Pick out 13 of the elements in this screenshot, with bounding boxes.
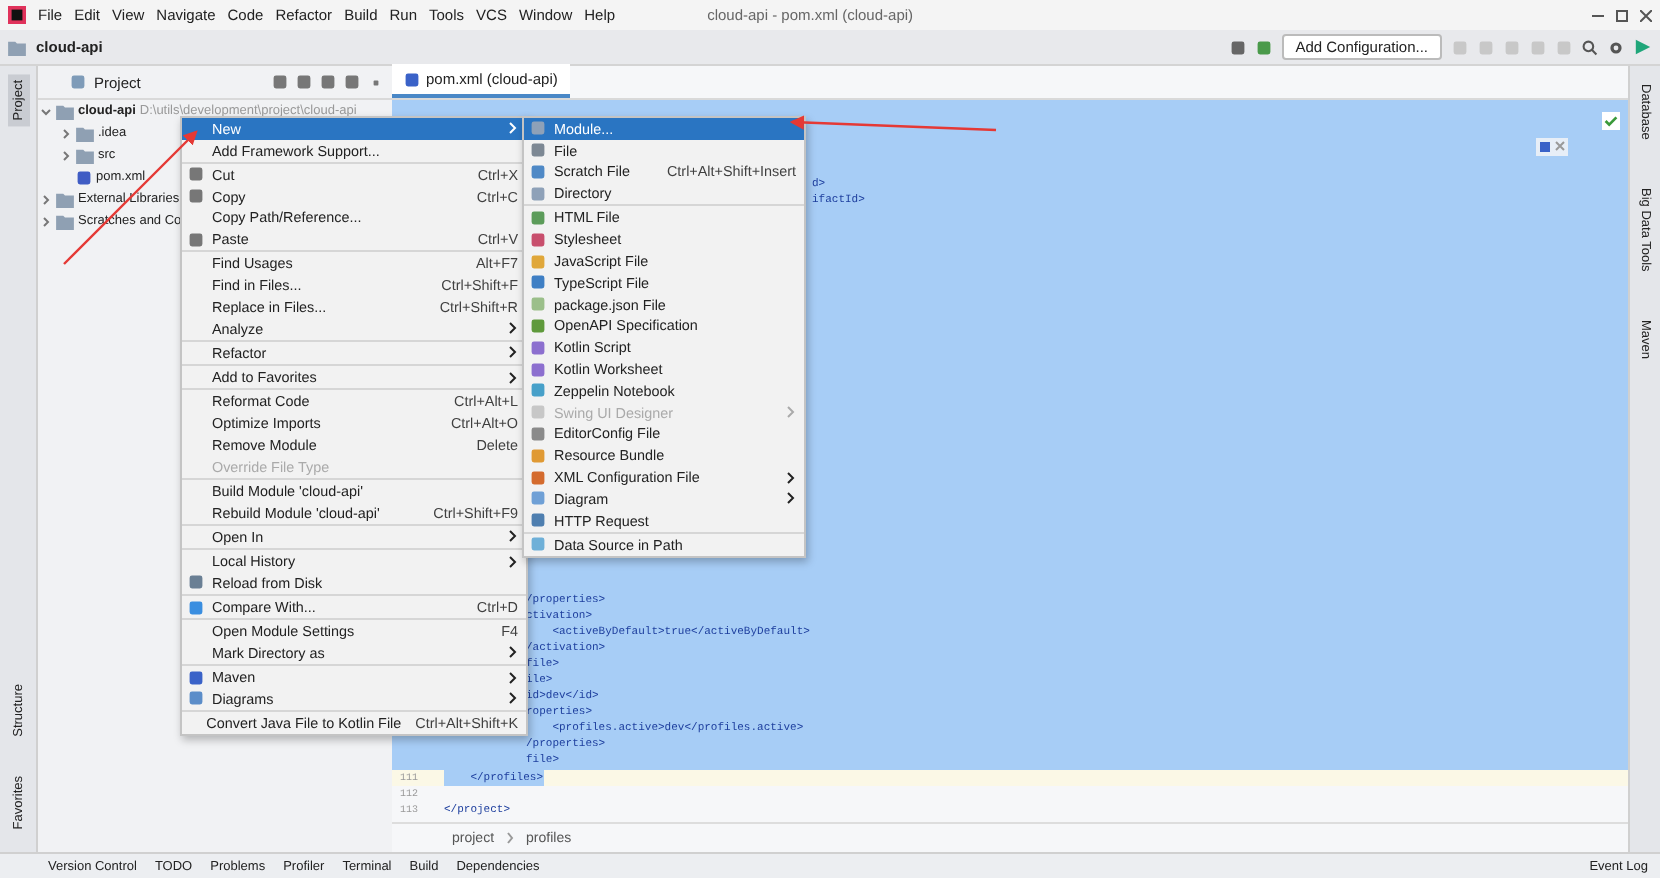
maximize-icon[interactable]: [1616, 9, 1628, 21]
app-logo-icon: [8, 6, 26, 24]
close-icon[interactable]: [1640, 9, 1652, 21]
settings-icon[interactable]: [1608, 39, 1624, 55]
annotation-arrow: [63, 130, 198, 265]
project-folder-icon: [8, 39, 26, 55]
file-icon: [76, 169, 92, 185]
toolbox-logo-icon[interactable]: [1634, 38, 1652, 56]
search-icon[interactable]: [1582, 39, 1598, 55]
minimize-icon[interactable]: [1592, 9, 1604, 21]
chevron-down-icon[interactable]: [40, 105, 52, 117]
chevron-right-icon: [506, 832, 515, 844]
check-icon: [1602, 112, 1620, 130]
